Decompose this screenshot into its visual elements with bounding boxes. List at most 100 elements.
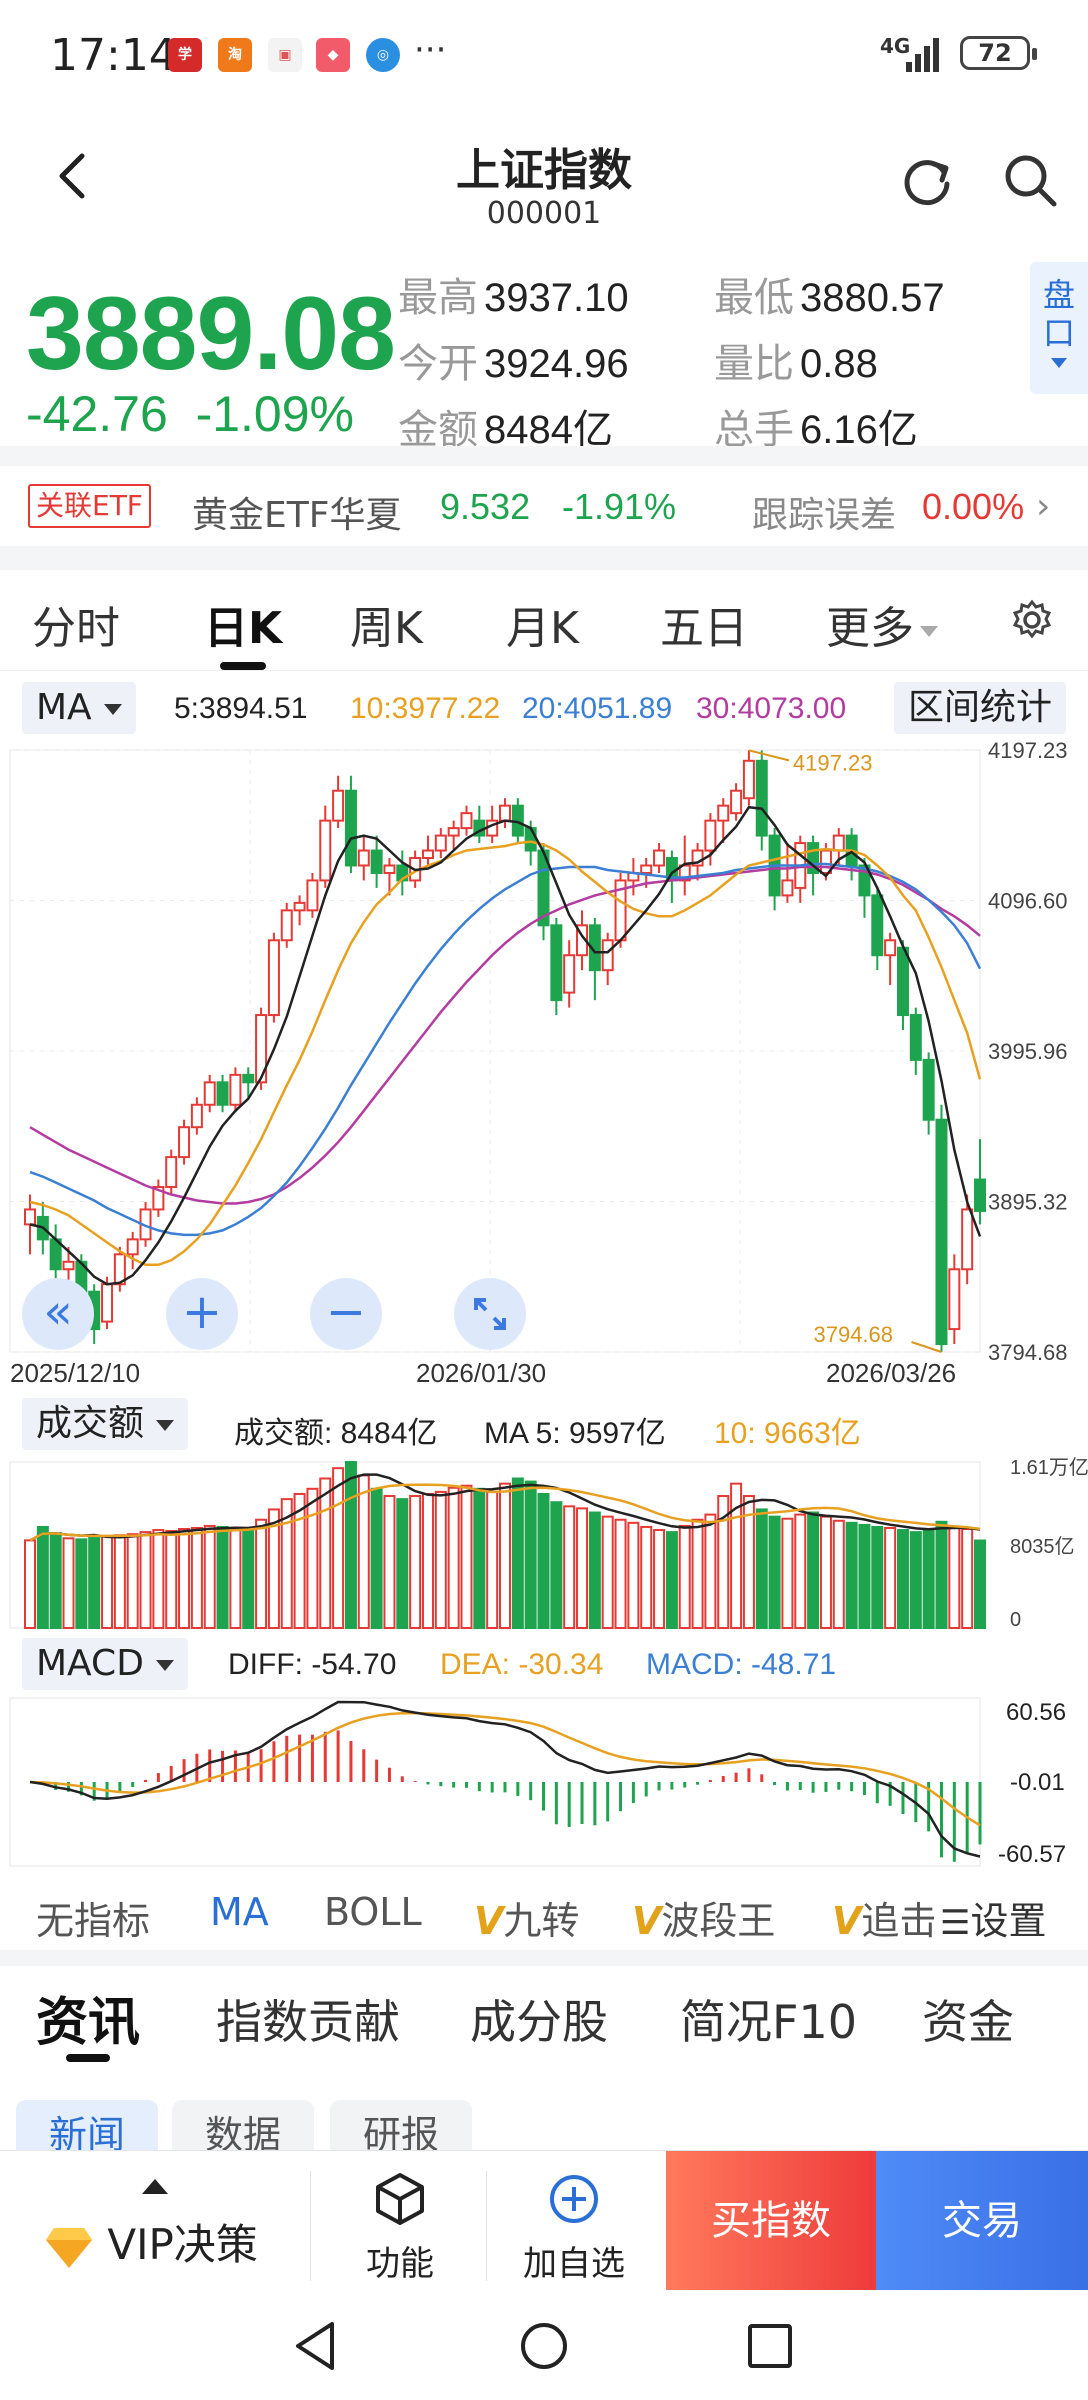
volume-bar bbox=[961, 1528, 974, 1629]
ma-selector-label: MA bbox=[36, 687, 92, 728]
zoom-in-button[interactable]: + bbox=[166, 1278, 238, 1350]
divider bbox=[0, 546, 1088, 570]
caret-down-icon bbox=[156, 1419, 175, 1431]
candle bbox=[524, 827, 537, 852]
ma30-value: 30:4073.00 bbox=[696, 692, 847, 725]
volume-selector[interactable]: 成交额 bbox=[22, 1398, 189, 1450]
volume-bar bbox=[653, 1529, 666, 1629]
caret-down-icon bbox=[920, 625, 938, 637]
volume-bar bbox=[229, 1528, 242, 1629]
macd-dea: DEA: -30.34 bbox=[440, 1648, 604, 1681]
functions-button[interactable]: 功能 bbox=[362, 2171, 438, 2285]
tab-five-day[interactable]: 五日 bbox=[660, 592, 748, 656]
tab-news-info[interactable]: 资讯 bbox=[36, 1980, 140, 2055]
volume-bar bbox=[473, 1487, 486, 1630]
volume-bar bbox=[62, 1537, 75, 1629]
buy-index-button[interactable]: 买指数 bbox=[666, 2151, 876, 2291]
indicator-none[interactable]: 无指标 bbox=[36, 1890, 150, 1945]
chart-settings-button[interactable] bbox=[1010, 598, 1054, 653]
status-bar: 17:14 学 淘 ▣ ◆ ◎ ··· 4G 72 bbox=[0, 0, 1088, 110]
candlestick-chart[interactable]: 4197.23 4096.60 3995.96 3895.32 3794.68 4197.… bbox=[0, 740, 1088, 1390]
indicator-boduanwang[interactable]: V波段王 bbox=[632, 1890, 775, 1945]
trade-button[interactable]: 交易 bbox=[876, 2151, 1088, 2291]
candle bbox=[460, 812, 473, 830]
nav-back-icon[interactable] bbox=[288, 2316, 348, 2376]
pankou-label: 盘口 bbox=[1042, 276, 1075, 352]
y-tick-label: 8035亿 bbox=[1010, 1535, 1075, 1558]
tab-f10[interactable]: 简况F10 bbox=[680, 1986, 857, 2052]
y-tick-label: 4096.60 bbox=[988, 888, 1068, 913]
tab-constituents[interactable]: 成分股 bbox=[470, 1986, 608, 2052]
ma5-value: 5:3894.51 bbox=[174, 692, 308, 725]
stat-label: 最高 bbox=[398, 276, 478, 320]
divider bbox=[0, 446, 1088, 466]
macd-chart[interactable]: 60.56 -0.01 -60.57 bbox=[0, 1690, 1088, 1870]
y-tick-label: 4197.23 bbox=[988, 740, 1068, 763]
caret-down-icon bbox=[103, 703, 122, 715]
search-button[interactable] bbox=[1000, 150, 1060, 214]
refresh-button[interactable] bbox=[896, 150, 958, 216]
candle bbox=[601, 939, 614, 972]
tab-weekly-k[interactable]: 周K bbox=[350, 592, 423, 656]
huawei-notification-icon: ◆ bbox=[316, 38, 350, 72]
volume-bar bbox=[370, 1487, 383, 1630]
volume-bar bbox=[357, 1474, 370, 1629]
battery-icon: 72 bbox=[960, 36, 1037, 70]
y-tick-label: 1.61万亿 bbox=[1010, 1456, 1088, 1479]
indicator-boll[interactable]: BOLL bbox=[324, 1890, 422, 1934]
indicator-settings-button[interactable]: ☰设置 bbox=[934, 1890, 1047, 1945]
vip-decision-button[interactable]: VIP决策 bbox=[44, 2211, 258, 2272]
candle bbox=[434, 834, 447, 852]
indicator-ma[interactable]: MA bbox=[210, 1890, 269, 1934]
volume-bar bbox=[537, 1492, 550, 1629]
tab-daily-k[interactable]: 日K bbox=[204, 592, 282, 656]
volume-bar bbox=[499, 1482, 511, 1629]
indicator-zhuiji[interactable]: V追击 bbox=[832, 1890, 942, 1945]
etf-percent: -1.91% bbox=[562, 486, 677, 527]
nav-recents-icon[interactable] bbox=[740, 2316, 800, 2376]
volume-bar bbox=[858, 1523, 871, 1629]
expand-icon bbox=[474, 1298, 506, 1330]
zoom-out-button[interactable]: − bbox=[310, 1278, 382, 1350]
tab-capital[interactable]: 资金 bbox=[922, 1986, 1014, 2052]
x-axis-label: 2025/12/10 bbox=[10, 1358, 140, 1388]
volume-bar bbox=[627, 1521, 640, 1629]
volume-bar bbox=[383, 1495, 396, 1630]
volume-bar bbox=[190, 1526, 203, 1629]
volume-bar bbox=[807, 1511, 820, 1630]
add-watchlist-button[interactable]: 加自选 bbox=[522, 2171, 626, 2285]
indicator-jiuzhuan[interactable]: V九转 bbox=[474, 1890, 579, 1945]
cube-icon bbox=[376, 2173, 424, 2225]
macd-selector[interactable]: MACD bbox=[22, 1638, 188, 1690]
macd-selector-label: MACD bbox=[36, 1643, 144, 1684]
high-annotation: 4197.23 bbox=[793, 750, 873, 775]
refresh-icon bbox=[904, 160, 950, 206]
taobao-notification-icon: 淘 bbox=[218, 38, 252, 72]
volume-bar bbox=[974, 1539, 986, 1629]
y-tick-label: 60.56 bbox=[1006, 1699, 1066, 1726]
volume-bar bbox=[447, 1486, 460, 1629]
tab-index-contribution[interactable]: 指数贡献 bbox=[216, 1986, 400, 2052]
range-stats-button[interactable]: 区间统计 bbox=[894, 682, 1067, 734]
fullscreen-button[interactable] bbox=[454, 1278, 526, 1350]
candle bbox=[242, 1073, 255, 1084]
change-value: -42.76 bbox=[26, 386, 168, 442]
nav-home-icon[interactable] bbox=[514, 2316, 574, 2376]
pankou-button[interactable]: 盘口 bbox=[1030, 262, 1088, 394]
volume-chart[interactable]: 1.61万亿 8035亿 0 bbox=[0, 1452, 1088, 1632]
scroll-left-button[interactable]: « bbox=[22, 1278, 94, 1350]
search-icon bbox=[1005, 155, 1057, 207]
volume-bar bbox=[178, 1528, 191, 1629]
active-tab-indicator bbox=[66, 2054, 110, 2062]
quote-panel: 3889.08 -42.76 -1.09% 最高 3937.10 最低 3880.5… bbox=[0, 255, 1088, 455]
y-tick-label: 3794.68 bbox=[988, 1340, 1068, 1365]
x-axis-label: 2026/01/30 bbox=[416, 1358, 546, 1388]
volume-bar bbox=[216, 1525, 229, 1629]
tab-minute[interactable]: 分时 bbox=[32, 592, 120, 656]
related-etf-row[interactable]: 关联ETF 黄金ETF华夏 9.532 -1.91% 跟踪误差 0.00% › bbox=[0, 466, 1088, 546]
y-tick-label: 0 bbox=[1010, 1609, 1021, 1631]
volume-bar bbox=[152, 1529, 165, 1629]
ma-selector[interactable]: MA bbox=[22, 682, 136, 734]
tab-monthly-k[interactable]: 月K bbox=[506, 592, 579, 656]
tab-more[interactable]: 更多 bbox=[826, 592, 938, 656]
